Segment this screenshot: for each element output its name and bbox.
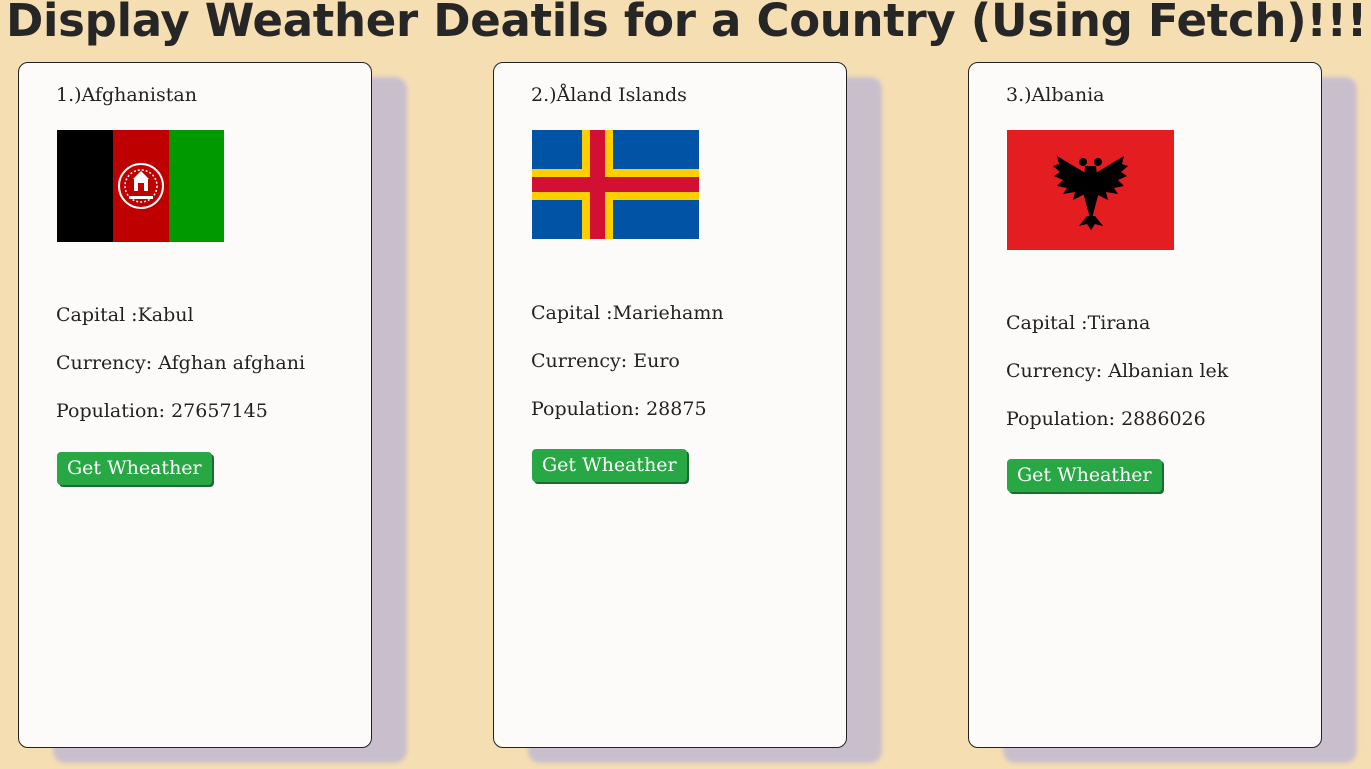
population-text: Population: 27657145 [56, 400, 268, 422]
population-text: Population: 2886026 [1006, 408, 1206, 430]
country-name: 1.)Afghanistan [56, 84, 197, 106]
capital-text: Capital :Mariehamn [531, 302, 724, 324]
country-name: 2.)Åland Islands [531, 84, 687, 106]
capital-text: Capital :Tirana [1006, 312, 1151, 334]
capital-text: Capital :Kabul [56, 304, 194, 326]
country-card-aland-islands: 2.)Åland Islands Capital :Mariehamn Curr… [493, 62, 847, 748]
currency-text: Currency: Albanian lek [1006, 360, 1229, 382]
country-card-albania: 3.)Albania Capital :Tirana Currency: Alb… [968, 62, 1322, 748]
get-weather-button[interactable]: Get Wheather [532, 449, 687, 482]
country-card-afghanistan: 1.)Afghanistan Capital :Kabul Currency: … [18, 62, 372, 748]
get-weather-button[interactable]: Get Wheather [57, 452, 212, 485]
currency-text: Currency: Euro [531, 350, 680, 372]
page-title: Display Weather Deatils for a Country (U… [6, 0, 1368, 47]
afghanistan-flag-icon [57, 130, 224, 242]
currency-text: Currency: Afghan afghani [56, 352, 306, 374]
get-weather-button[interactable]: Get Wheather [1007, 459, 1162, 492]
albania-flag-icon [1007, 130, 1174, 250]
population-text: Population: 28875 [531, 398, 707, 420]
country-name: 3.)Albania [1006, 84, 1105, 106]
aland-islands-flag-icon [532, 130, 699, 239]
